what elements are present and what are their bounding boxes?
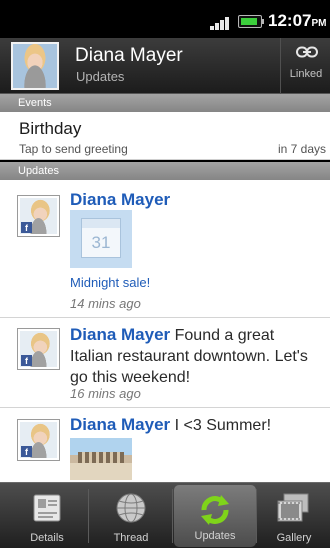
gallery-icon <box>277 493 309 522</box>
update-item[interactable]: f Diana Mayer 31 Midnight sale! 14 mins … <box>0 180 330 318</box>
status-bar: 12:07PM <box>0 0 330 38</box>
update-author[interactable]: Diana Mayer <box>70 190 170 209</box>
update-item[interactable]: f Diana Mayer Found a great Italian resta… <box>0 318 330 408</box>
tab-label: Thread <box>113 532 149 544</box>
facebook-icon: f <box>21 355 32 366</box>
updates-section-header: Updates <box>0 162 330 180</box>
calendar-icon: 31 <box>81 218 121 258</box>
linked-label: Linked <box>289 68 323 80</box>
details-icon <box>33 494 61 522</box>
tab-label: Gallery <box>276 532 312 544</box>
updates-feed[interactable]: f Diana Mayer 31 Midnight sale! 14 mins … <box>0 180 330 482</box>
contact-header: Diana Mayer Updates Linked <box>0 38 330 94</box>
contact-avatar[interactable] <box>11 42 59 90</box>
linked-button[interactable]: Linked <box>280 38 330 94</box>
update-author[interactable]: Diana Mayer <box>70 325 170 344</box>
photo-thumbnail[interactable] <box>70 438 132 480</box>
tab-bar: Details Thread Updates Gallery <box>0 482 330 548</box>
update-link[interactable]: Midnight sale! <box>70 275 150 290</box>
avatar[interactable]: f <box>17 419 60 461</box>
thread-icon <box>116 493 146 523</box>
events-section-header: Events <box>0 94 330 112</box>
clock: 12:07PM <box>268 11 327 30</box>
updates-icon <box>201 495 229 525</box>
update-text: Diana Mayer I <3 Summer! <box>70 415 272 434</box>
contact-name: Diana Mayer <box>75 45 183 66</box>
link-icon <box>296 46 318 58</box>
tab-label: Updates <box>194 530 236 542</box>
event-birthday[interactable]: Birthday Tap to send greeting in 7 days <box>0 112 330 160</box>
tab-gallery[interactable]: Gallery <box>258 483 330 548</box>
tab-details[interactable]: Details <box>6 483 88 548</box>
facebook-icon: f <box>21 446 32 457</box>
event-subtitle: Tap to send greeting <box>19 142 128 156</box>
update-time: 16 mins ago <box>70 386 141 401</box>
event-when: in 7 days <box>277 142 326 156</box>
update-time: 14 mins ago <box>70 296 141 311</box>
event-title: Birthday <box>19 119 82 138</box>
update-item[interactable]: f Diana Mayer I <3 Summer! <box>0 408 330 482</box>
calendar-thumbnail[interactable]: 31 <box>70 210 132 268</box>
tab-label: Details <box>30 532 64 544</box>
facebook-icon: f <box>21 222 32 233</box>
battery-icon <box>238 15 264 28</box>
avatar[interactable]: f <box>17 195 60 237</box>
header-subtitle: Updates <box>76 69 125 84</box>
update-text: Diana Mayer Found a great Italian restaur… <box>70 325 308 386</box>
avatar[interactable]: f <box>17 328 60 370</box>
tab-thread[interactable]: Thread <box>90 483 172 548</box>
tab-updates[interactable]: Updates <box>174 485 256 547</box>
signal-icon <box>210 14 234 30</box>
update-author[interactable]: Diana Mayer <box>70 415 170 434</box>
